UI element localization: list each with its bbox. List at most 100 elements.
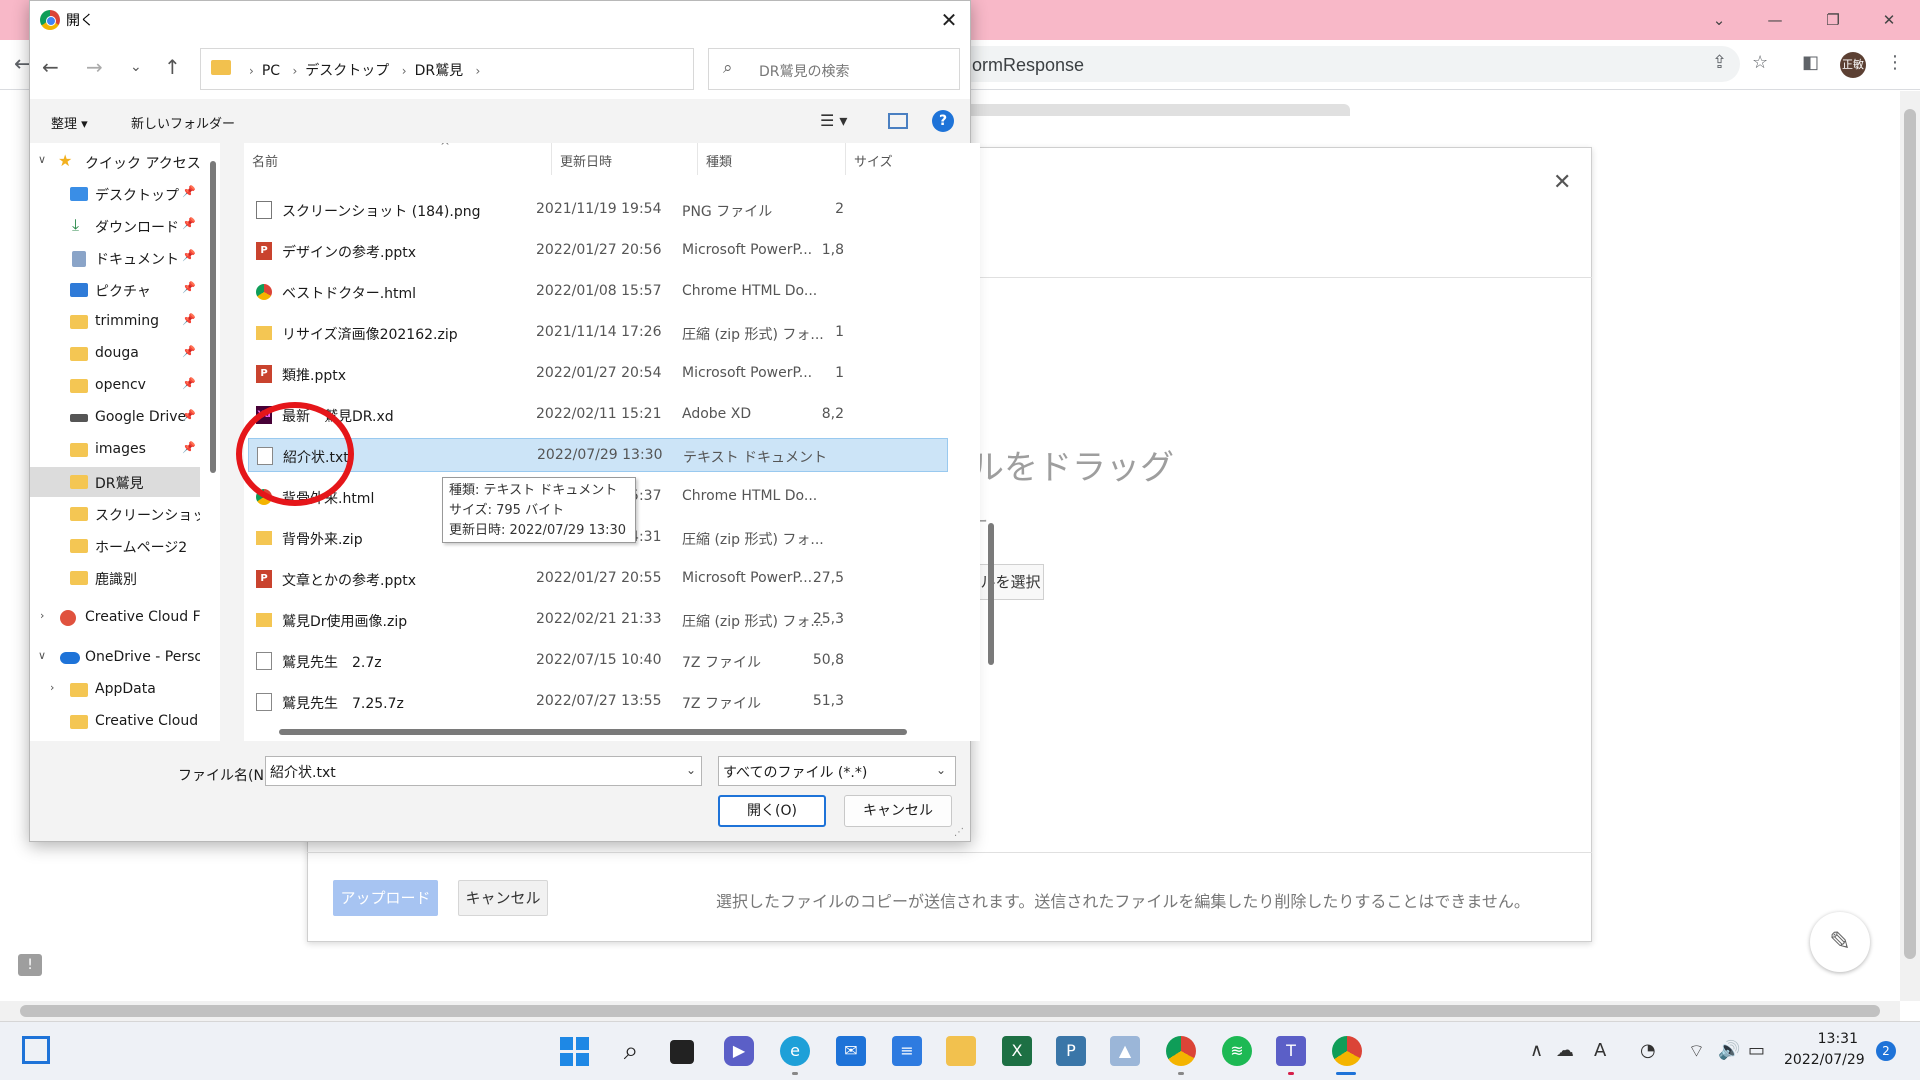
- minimize-button[interactable]: —: [1752, 6, 1798, 34]
- python-icon[interactable]: P: [1056, 1036, 1086, 1066]
- bookmark-star-icon[interactable]: ☆: [1752, 52, 1768, 73]
- spotify-icon[interactable]: ≋: [1222, 1036, 1252, 1066]
- nav-item-appdata[interactable]: › AppData: [30, 675, 200, 705]
- clock-app-icon[interactable]: ◔: [1640, 1040, 1656, 1061]
- dialog-close-button[interactable]: ✕: [932, 5, 966, 35]
- nav-item-homepage2[interactable]: ホームページ2: [30, 531, 200, 561]
- page-scroll-thumb[interactable]: [1904, 109, 1916, 959]
- breadcrumb-desktop[interactable]: デスクトップ: [305, 63, 389, 79]
- edge-icon[interactable]: e: [780, 1036, 810, 1066]
- notification-badge[interactable]: 2: [1876, 1041, 1896, 1061]
- nav-item-douga[interactable]: douga 📌: [30, 339, 200, 369]
- page-vertical-scrollbar[interactable]: [1900, 91, 1920, 1001]
- nav-item-pictures[interactable]: ピクチャ 📌: [30, 275, 200, 305]
- view-options-icon[interactable]: ☰ ▾: [820, 111, 847, 130]
- teams-icon[interactable]: T: [1276, 1036, 1306, 1066]
- ime-icon[interactable]: A: [1594, 1040, 1606, 1061]
- nav-item-deer[interactable]: 鹿識別: [30, 563, 200, 593]
- preview-pane-icon[interactable]: [888, 113, 908, 129]
- column-header-size[interactable]: サイズ: [846, 143, 906, 175]
- recent-locations-chevron-icon[interactable]: ⌄: [130, 59, 142, 75]
- chevron-down-icon[interactable]: ∨: [38, 649, 46, 662]
- nav-item-onedrive[interactable]: ∨ OneDrive - Person: [30, 643, 200, 673]
- clock-time[interactable]: 13:31: [1794, 1031, 1858, 1047]
- organize-menu-button[interactable]: 整理 ▾: [51, 113, 88, 132]
- file-row[interactable]: P 類推.pptx 2022/01/27 20:54 Microsoft Pow…: [248, 357, 948, 391]
- nav-item-screenshots[interactable]: スクリーンショット: [30, 499, 200, 529]
- cancel-button[interactable]: キャンセル: [844, 795, 952, 827]
- chevron-down-icon[interactable]: ⌄: [686, 763, 696, 777]
- chevron-right-icon[interactable]: ›: [40, 609, 44, 622]
- up-arrow-icon[interactable]: ↑: [164, 55, 181, 79]
- chrome-menu-icon[interactable]: ⋮: [1886, 52, 1904, 73]
- notepad-icon[interactable]: ≡: [892, 1036, 922, 1066]
- file-list-vertical-scrollbar[interactable]: [988, 523, 994, 665]
- nav-item-images[interactable]: images 📌: [30, 435, 200, 465]
- clock-date[interactable]: 2022/07/29: [1784, 1052, 1865, 1068]
- page-hscroll-thumb[interactable]: [20, 1005, 1880, 1017]
- page-horizontal-scrollbar[interactable]: [0, 1001, 1900, 1021]
- nav-item-creative-cloud-f[interactable]: Creative Cloud F: [30, 707, 200, 737]
- nav-item-desktop[interactable]: デスクトップ 📌: [30, 179, 200, 209]
- search-icon[interactable]: ⌕: [616, 1036, 646, 1066]
- volume-icon[interactable]: 🔊: [1718, 1040, 1740, 1061]
- battery-icon[interactable]: ▭: [1748, 1040, 1765, 1061]
- column-header-date[interactable]: 更新日時: [552, 143, 698, 175]
- nav-item-trimming[interactable]: trimming 📌: [30, 307, 200, 337]
- pencil-icon[interactable]: ✎: [1810, 912, 1870, 972]
- windows-start-icon[interactable]: [560, 1037, 590, 1067]
- file-row[interactable]: P デザインの参考.pptx 2022/01/27 20:56 Microsof…: [248, 234, 948, 268]
- chevron-right-icon[interactable]: ›: [50, 681, 54, 694]
- file-row[interactable]: ベストドクター.html 2022/01/08 15:57 Chrome HTM…: [248, 275, 948, 309]
- new-folder-button[interactable]: 新しいフォルダー: [131, 113, 235, 132]
- chat-icon[interactable]: ▶: [724, 1036, 754, 1066]
- nav-item-documents[interactable]: ドキュメント 📌: [30, 243, 200, 273]
- upload-close-icon[interactable]: ✕: [1553, 170, 1571, 195]
- breadcrumb-pc[interactable]: PC: [262, 63, 280, 79]
- help-icon[interactable]: ?: [932, 110, 954, 132]
- chrome-icon[interactable]: [1332, 1036, 1362, 1066]
- breadcrumb[interactable]: ›PC ›デスクトップ ›DR鷲見 › ⌄ ↻: [200, 48, 847, 90]
- chrome-profile-icon[interactable]: [1166, 1036, 1196, 1066]
- browser-close-button[interactable]: ✕: [1866, 6, 1912, 34]
- cloud-icon[interactable]: ☁: [1556, 1040, 1574, 1061]
- file-row[interactable]: P 文章とかの参考.pptx 2022/01/27 20:55 Microsof…: [248, 562, 948, 596]
- nav-item-dr-sumi[interactable]: DR鷲見: [30, 467, 200, 497]
- nav-pane-scrollbar[interactable]: [210, 161, 216, 473]
- column-header-name[interactable]: 名前 ^: [244, 143, 552, 175]
- share-icon[interactable]: ⇪: [1712, 52, 1727, 73]
- chevron-down-icon[interactable]: ⌄: [936, 763, 946, 777]
- file-row[interactable]: 鷲見Dr使用画像.zip 2022/02/21 21:33 圧縮 (zip 形式…: [248, 603, 948, 637]
- restore-button[interactable]: ❐: [1810, 6, 1856, 34]
- nav-item-google-drive[interactable]: Google Drive 📌: [30, 403, 200, 433]
- upload-button[interactable]: アップロード: [333, 880, 438, 916]
- wifi-icon[interactable]: ⌔: [1688, 1040, 1705, 1063]
- upload-cancel-button[interactable]: キャンセル: [458, 880, 548, 916]
- feedback-icon[interactable]: !: [18, 954, 42, 976]
- file-row[interactable]: 鷲見先生 7.25.7z 2022/07/27 13:55 7Z ファイル 51…: [248, 685, 948, 719]
- file-explorer-icon[interactable]: [946, 1036, 976, 1066]
- filename-field[interactable]: 紹介状.txt: [265, 756, 702, 786]
- file-row[interactable]: リサイズ済画像202162.zip 2021/11/14 17:26 圧縮 (z…: [248, 316, 948, 350]
- file-row[interactable]: 鷲見先生 2.7z 2022/07/15 10:40 7Z ファイル 50,8: [248, 644, 948, 678]
- mail-icon[interactable]: ✉: [836, 1036, 866, 1066]
- profile-avatar[interactable]: 正敏: [1840, 52, 1866, 78]
- nav-item-opencv[interactable]: opencv 📌: [30, 371, 200, 401]
- column-header-type[interactable]: 種類: [698, 143, 846, 175]
- back-arrow-icon[interactable]: ←: [42, 55, 59, 79]
- file-row[interactable]: Xd 最新 鷲見DR.xd 2022/02/11 15:21 Adobe XD …: [248, 398, 948, 432]
- filetype-select[interactable]: すべてのファイル (*.*): [718, 756, 956, 786]
- widgets-icon[interactable]: [22, 1036, 50, 1064]
- open-button[interactable]: 開く(O): [718, 795, 826, 827]
- side-panel-icon[interactable]: ◧: [1802, 52, 1819, 73]
- file-row[interactable]: スクリーンショット (184).png 2021/11/19 19:54 PNG…: [248, 193, 948, 227]
- excel-icon[interactable]: X: [1002, 1036, 1032, 1066]
- task-view-icon[interactable]: [670, 1040, 694, 1064]
- forward-arrow-icon[interactable]: →: [86, 55, 103, 79]
- photos-icon[interactable]: ▲: [1110, 1036, 1140, 1066]
- nav-item-creative-cloud[interactable]: › Creative Cloud Fil: [30, 603, 200, 633]
- search-input[interactable]: ⌕ DR鷲見の検索: [708, 48, 960, 90]
- nav-item-downloads[interactable]: ⤓ ダウンロード 📌: [30, 211, 200, 241]
- nav-item-quick-access[interactable]: ∨ ★ クイック アクセス: [30, 147, 200, 177]
- chevron-down-icon[interactable]: ∨: [38, 153, 46, 166]
